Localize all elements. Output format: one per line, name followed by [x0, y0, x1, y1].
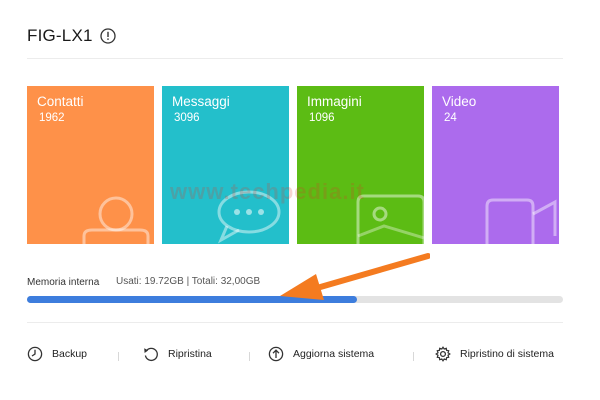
update-arrow-icon: [268, 346, 284, 362]
backup-button[interactable]: Backup: [27, 346, 87, 362]
tile-count: 3096: [174, 112, 200, 124]
restore-button[interactable]: Ripristina: [143, 346, 212, 362]
storage-label: Memoria interna: [27, 277, 100, 288]
action-separator: [413, 352, 414, 361]
restore-label: Ripristina: [168, 348, 212, 360]
image-icon: [356, 194, 424, 244]
update-system-button[interactable]: Aggiorna sistema: [268, 346, 374, 362]
storage-progress-fill: [27, 296, 358, 303]
tile-label: Immagini: [307, 94, 362, 109]
action-bar: Backup Ripristina Aggiorna sistema Ripri…: [27, 346, 567, 368]
tile-messaggi[interactable]: Messaggi 3096: [162, 86, 289, 244]
tile-count: 1096: [309, 112, 335, 124]
backup-label: Backup: [52, 348, 88, 360]
update-system-label: Aggiorna sistema: [293, 348, 375, 360]
header-divider: [27, 58, 563, 59]
device-header: FIG-LX1: [27, 26, 116, 46]
contacts-icon: [82, 196, 150, 244]
info-icon[interactable]: [99, 28, 116, 44]
tile-label: Contatti: [37, 94, 84, 109]
device-title: FIG-LX1: [27, 26, 93, 45]
action-separator: [118, 352, 119, 361]
gear-icon: [435, 346, 451, 362]
actions-divider: [27, 322, 563, 323]
backup-clock-icon: [27, 346, 43, 362]
action-separator: [249, 352, 250, 361]
restore-icon: [144, 347, 158, 362]
system-restore-button[interactable]: Ripristino di sistema: [435, 346, 554, 362]
video-icon: [485, 198, 557, 244]
tile-label: Messaggi: [172, 94, 230, 109]
system-restore-label: Ripristino di sistema: [460, 348, 554, 360]
storage-progress-bar: [27, 296, 563, 303]
message-icon: [217, 190, 281, 244]
tile-immagini[interactable]: Immagini 1096: [297, 86, 424, 244]
tile-count: 24: [444, 112, 457, 124]
tile-label: Video: [442, 94, 477, 109]
tile-video[interactable]: Video 24: [432, 86, 559, 244]
category-tiles: Contatti 1962 Messaggi 3096 Immagini 109…: [27, 86, 559, 244]
storage-usage-text: Usati: 19.72GB | Totali: 32,00GB: [116, 276, 261, 287]
tile-count: 1962: [39, 112, 65, 124]
tile-contatti[interactable]: Contatti 1962: [27, 86, 154, 244]
